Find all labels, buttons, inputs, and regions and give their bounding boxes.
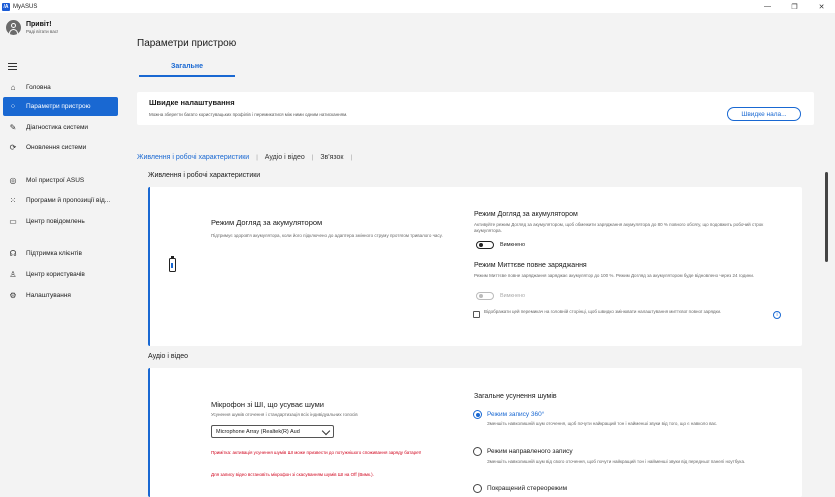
noise-cancel-heading: Загальне усунення шумів [474, 393, 557, 400]
sidebar-item-label: Параметри пристрою [26, 103, 91, 110]
page-title: Параметри пристрою [137, 38, 237, 49]
sidebar-item-messages[interactable]: ▭ Центр повідомлень [3, 212, 118, 231]
sidebar-item-user-center[interactable]: ♙ Центр користувачів [3, 265, 118, 284]
battery-care-title: Режим Догляд за акумулятором [211, 218, 323, 227]
quick-settings-button[interactable]: Швидке нала... [727, 107, 801, 121]
sidebar-item-label: Головна [26, 84, 51, 91]
radio-directional-label: Режим направленого запису [487, 448, 573, 455]
avatar [6, 20, 21, 35]
minimize-button[interactable]: — [754, 0, 781, 13]
battery-care-toggle[interactable] [476, 241, 494, 249]
main-content: Параметри пристрою Загальне Швидке налаш… [122, 13, 835, 497]
ai-mic-desc: Усунення шумів оточення і стандартизація… [211, 412, 358, 417]
battery-care-toggle-label: Вимкнено [500, 242, 526, 248]
radio-directional-mode[interactable] [473, 447, 482, 456]
battery-warning: Примітка: активація усунення шумів ШІ мо… [211, 450, 422, 455]
home-icon: ⌂ [10, 83, 16, 92]
sidebar-item-label: Центр повідомлень [26, 218, 85, 225]
sidebar-item-device-settings[interactable]: ⁘ Параметри пристрою [3, 97, 118, 116]
video-warning: Для запису відео встановіть мікрофон зі … [211, 472, 374, 477]
radio-directional-desc: Зменшіть навколишній шум від свого оточе… [487, 459, 746, 464]
scrollbar[interactable] [825, 172, 828, 262]
microphone-select[interactable]: Microphone Array (Realtek(R) Aud [211, 425, 334, 438]
sidebar-item-system-update[interactable]: ⟳ Оновлення системи [3, 138, 118, 157]
sidebar-item-label: Програми й пропозиції від... [26, 197, 111, 204]
sidebar-item-support[interactable]: ☊ Підтримка клієнтів [3, 244, 118, 263]
gear-icon: ⚙ [9, 291, 17, 300]
title-bar: /A MyASUS — ❐ ✕ [0, 0, 835, 13]
show-on-home-checkbox[interactable] [473, 311, 480, 318]
subtab-power[interactable]: Живлення і робочі характеристики [137, 154, 249, 161]
update-icon: ⟳ [9, 143, 17, 152]
battery-care-card: Режим Догляд за акумулятором Підтримує з… [148, 187, 802, 346]
battery-mode-heading: Режим Догляд за акумулятором [474, 211, 578, 218]
window-controls: — ❐ ✕ [754, 0, 835, 13]
tab-underline [139, 75, 235, 77]
quick-settings-title: Швидке налаштування [149, 98, 235, 107]
instant-charge-desc: Режим Миттєве повне заряджання заряджає … [474, 273, 755, 278]
wrench-icon: ✎ [9, 123, 17, 132]
support-icon: ☊ [9, 249, 17, 258]
radio-360-label: Режим запису 360° [487, 411, 545, 418]
asus-logo-icon: /A [2, 2, 10, 11]
audio-card: Мікрофон зі ШІ, що усуває шуми Усунення … [148, 368, 802, 497]
sidebar-item-apps[interactable]: ⁙ Програми й пропозиції від... [3, 191, 118, 210]
sidebar-item-my-devices[interactable]: ◎ Мої пристрої ASUS [3, 171, 118, 190]
sidebar-item-label: Оновлення системи [26, 144, 87, 151]
battery-mode-desc: Активуйте режим Догляд за акумулятором, … [474, 222, 764, 233]
section-power-label: Живлення і робочі характеристики [148, 172, 261, 179]
sidebar-item-diagnostics[interactable]: ✎ Діагностика системи [3, 118, 118, 137]
instant-charge-heading: Режим Миттєве повне заряджання [474, 262, 587, 269]
info-icon[interactable]: i [773, 311, 781, 319]
instant-charge-toggle[interactable] [476, 292, 494, 300]
sidebar-item-label: Мої пристрої ASUS [26, 177, 85, 184]
message-icon: ▭ [9, 217, 17, 226]
sidebar-item-label: Діагностика системи [26, 124, 89, 131]
user-subtitle: Раді вітати вас! [26, 29, 59, 34]
user-greeting: Привіт! [26, 21, 52, 28]
restore-button[interactable]: ❐ [781, 0, 808, 13]
close-button[interactable]: ✕ [808, 0, 835, 13]
quick-settings-desc: Можна зберегти багато користувацьких про… [149, 112, 348, 117]
menu-icon[interactable] [8, 63, 17, 70]
sidebar-item-label: Налаштування [26, 292, 71, 299]
microphone-select-value: Microphone Array (Realtek(R) Aud [216, 428, 300, 435]
battery-icon [169, 256, 176, 272]
quick-settings-card: Швидке налаштування Можна зберегти багат… [137, 92, 814, 125]
sidebar-item-home[interactable]: ⌂ Головна [3, 78, 118, 97]
ai-mic-title: Мікрофон зі ШІ, що усуває шуми [211, 400, 324, 409]
subtabs: Живлення і робочі характеристики | Аудіо… [137, 154, 353, 161]
chevron-down-icon [321, 426, 331, 436]
sidebar-item-label: Центр користувачів [26, 271, 85, 278]
user-icon: ♙ [9, 270, 17, 279]
user-profile[interactable]: Привіт! Раді вітати вас! [6, 20, 58, 35]
radio-360-mode[interactable] [473, 410, 482, 419]
radio-360-desc: Зменшіть навколишній шум оточення, щоб п… [487, 421, 718, 426]
show-on-home-label: Відображати цей перемикач на головній ст… [484, 309, 722, 314]
sidebar: Привіт! Раді вітати вас! ⌂ Головна ⁘ Пар… [0, 13, 122, 497]
tab-general[interactable]: Загальне [139, 63, 235, 70]
subtab-connectivity[interactable]: Зв'язок [320, 154, 343, 161]
sidebar-item-settings[interactable]: ⚙ Налаштування [3, 286, 118, 305]
radio-stereo-label: Покращений стереорежим [487, 485, 568, 492]
battery-care-desc: Підтримує здоров'я акумулятора, коли йог… [211, 233, 443, 238]
subtab-audio-video[interactable]: Аудіо і відео [265, 154, 305, 161]
sidebar-item-label: Підтримка клієнтів [26, 250, 82, 257]
grid-icon: ⁘ [9, 102, 17, 111]
section-audio-label: Аудіо і відео [148, 353, 188, 360]
instant-charge-toggle-label: Вимкнено [500, 293, 526, 299]
apps-icon: ⁙ [9, 196, 17, 205]
window-title: MyASUS [13, 3, 38, 10]
devices-icon: ◎ [9, 176, 17, 185]
radio-stereo-mode[interactable] [473, 484, 482, 493]
